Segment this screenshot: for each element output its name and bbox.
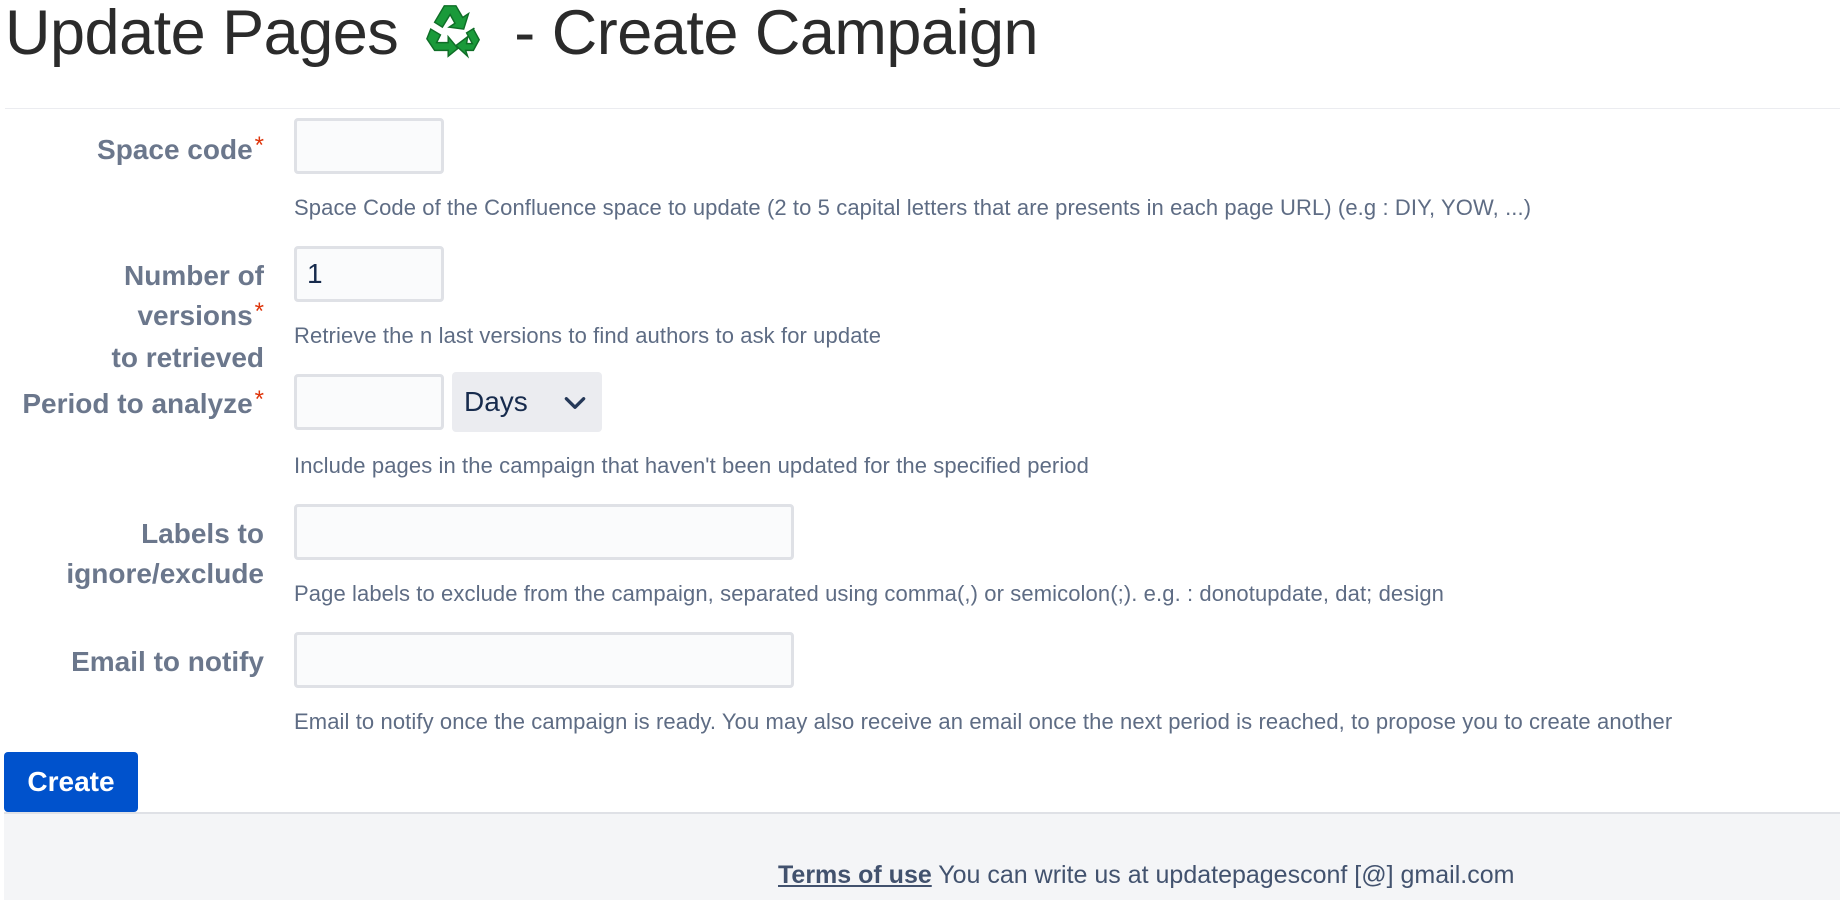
- space-code-help: Space Code of the Confluence space to up…: [294, 195, 1532, 220]
- period-label: Period to analyze*: [0, 384, 264, 426]
- period-help: Include pages in the campaign that haven…: [294, 453, 1089, 478]
- period-label-text: Period to analyze: [22, 388, 253, 419]
- labels-label-line1: Labels to: [141, 518, 264, 549]
- labels-label-line2: ignore/exclude: [66, 558, 264, 589]
- title-prefix: Update Pages: [5, 0, 416, 68]
- email-label-text: Email to notify: [71, 646, 264, 677]
- labels-help: Page labels to exclude from the campaign…: [294, 581, 1445, 606]
- space-code-label-text: Space code: [97, 134, 253, 165]
- footer: Terms of use You can write us at updatep…: [4, 812, 1840, 900]
- period-input[interactable]: [294, 374, 444, 430]
- email-help: Email to notify once the campaign is rea…: [294, 709, 1673, 734]
- space-code-input[interactable]: [294, 118, 444, 174]
- versions-input[interactable]: [294, 246, 444, 302]
- email-input[interactable]: [294, 632, 794, 688]
- labels-label: Labels to ignore/exclude: [0, 514, 264, 594]
- title-suffix: - Create Campaign: [497, 0, 1039, 68]
- footer-contact: You can write us at updatepagesconf [@] …: [938, 861, 1515, 889]
- required-mark: *: [254, 132, 264, 159]
- period-unit-value: Days: [464, 386, 528, 417]
- required-mark: *: [254, 298, 264, 325]
- required-mark: *: [254, 386, 264, 413]
- versions-help: Retrieve the n last versions to find aut…: [294, 323, 882, 348]
- recycle-icon: [423, 0, 485, 62]
- page: Update Pages - Create Campaign Space cod…: [0, 0, 1840, 900]
- terms-of-use-link[interactable]: Terms of use: [778, 861, 932, 889]
- labels-input[interactable]: [294, 504, 794, 560]
- footer-text: Terms of use You can write us at updatep…: [778, 861, 1514, 890]
- period-unit-select[interactable]: Days: [452, 372, 602, 432]
- email-label: Email to notify: [0, 642, 264, 682]
- versions-label-line1: Number of versions: [124, 260, 264, 331]
- title-divider: [5, 108, 1840, 109]
- chevron-down-icon: [564, 397, 586, 409]
- versions-label-line2: to retrieved: [111, 342, 265, 373]
- space-code-label: Space code*: [0, 130, 264, 172]
- versions-label: Number of versions* to retrieved: [0, 256, 265, 378]
- page-title: Update Pages - Create Campaign: [5, 0, 1039, 68]
- create-button[interactable]: Create: [4, 752, 138, 812]
